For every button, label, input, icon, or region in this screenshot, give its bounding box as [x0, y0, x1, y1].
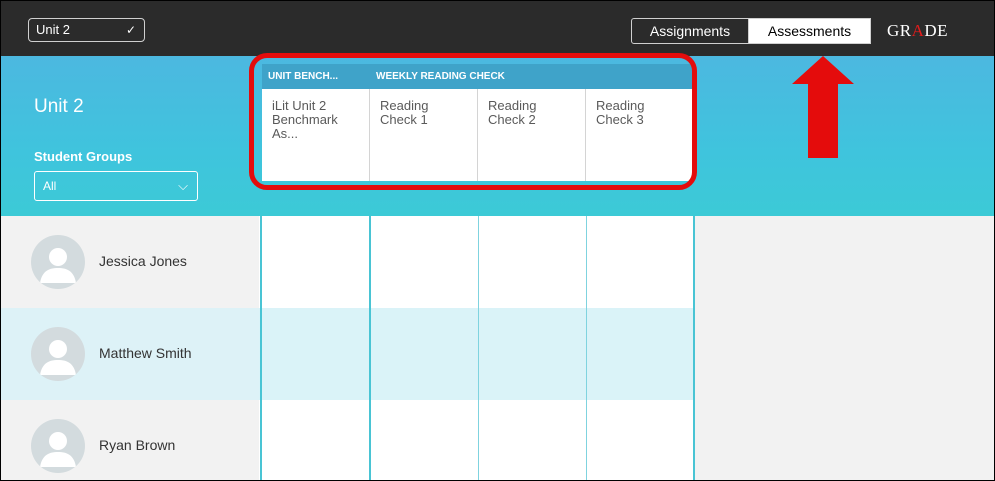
row-filler — [694, 400, 994, 480]
student-cell[interactable]: Ryan Brown — [1, 400, 259, 480]
avatar-icon — [31, 327, 85, 381]
table-row: Matthew Smith — [1, 308, 994, 400]
chevron-down-icon: ✓ — [125, 23, 136, 37]
grid-divider — [693, 216, 695, 480]
avatar-icon — [31, 419, 85, 473]
student-groups-value: All — [43, 179, 57, 193]
grade-link[interactable]: GRADE — [871, 18, 994, 44]
grade-text-de: DE — [924, 21, 949, 40]
avatar-icon — [31, 235, 85, 289]
grade-text-a: A — [911, 21, 925, 40]
row-filler — [694, 216, 994, 308]
table-row: Ryan Brown — [1, 400, 994, 480]
annotation-highlight-box — [249, 53, 697, 190]
grid-divider — [260, 216, 262, 480]
student-cell[interactable]: Jessica Jones — [1, 216, 259, 308]
grid-divider — [586, 216, 587, 480]
grid-divider — [369, 216, 371, 480]
score-cells — [259, 216, 694, 308]
tab-assessments[interactable]: Assessments — [749, 18, 871, 44]
student-groups-dropdown[interactable]: All ⌵ — [34, 171, 198, 201]
annotation-arrow-up-icon — [792, 56, 854, 158]
chevron-down-icon: ⌵ — [178, 178, 188, 193]
app-frame: Unit 2 ✓ Assignments Assessments GRADE U… — [0, 0, 995, 481]
top-bar: Unit 2 ✓ Assignments Assessments GRADE — [1, 1, 994, 56]
grid-divider — [478, 216, 479, 480]
student-cell[interactable]: Matthew Smith — [1, 308, 259, 400]
view-tabs: Assignments Assessments — [631, 18, 871, 44]
row-filler — [694, 308, 994, 400]
page-title: Unit 2 — [34, 96, 84, 117]
unit-dropdown[interactable]: Unit 2 ✓ — [28, 18, 145, 42]
tab-assignments[interactable]: Assignments — [631, 18, 749, 44]
unit-dropdown-value: Unit 2 — [36, 22, 70, 37]
score-cells — [259, 400, 694, 480]
student-groups-label: Student Groups — [34, 149, 133, 164]
score-cells — [259, 308, 694, 400]
grade-text-gr: GR — [887, 21, 912, 40]
student-name: Ryan Brown — [99, 437, 176, 453]
student-name: Jessica Jones — [99, 253, 187, 269]
student-name: Matthew Smith — [99, 345, 192, 361]
table-row: Jessica Jones — [1, 216, 994, 308]
